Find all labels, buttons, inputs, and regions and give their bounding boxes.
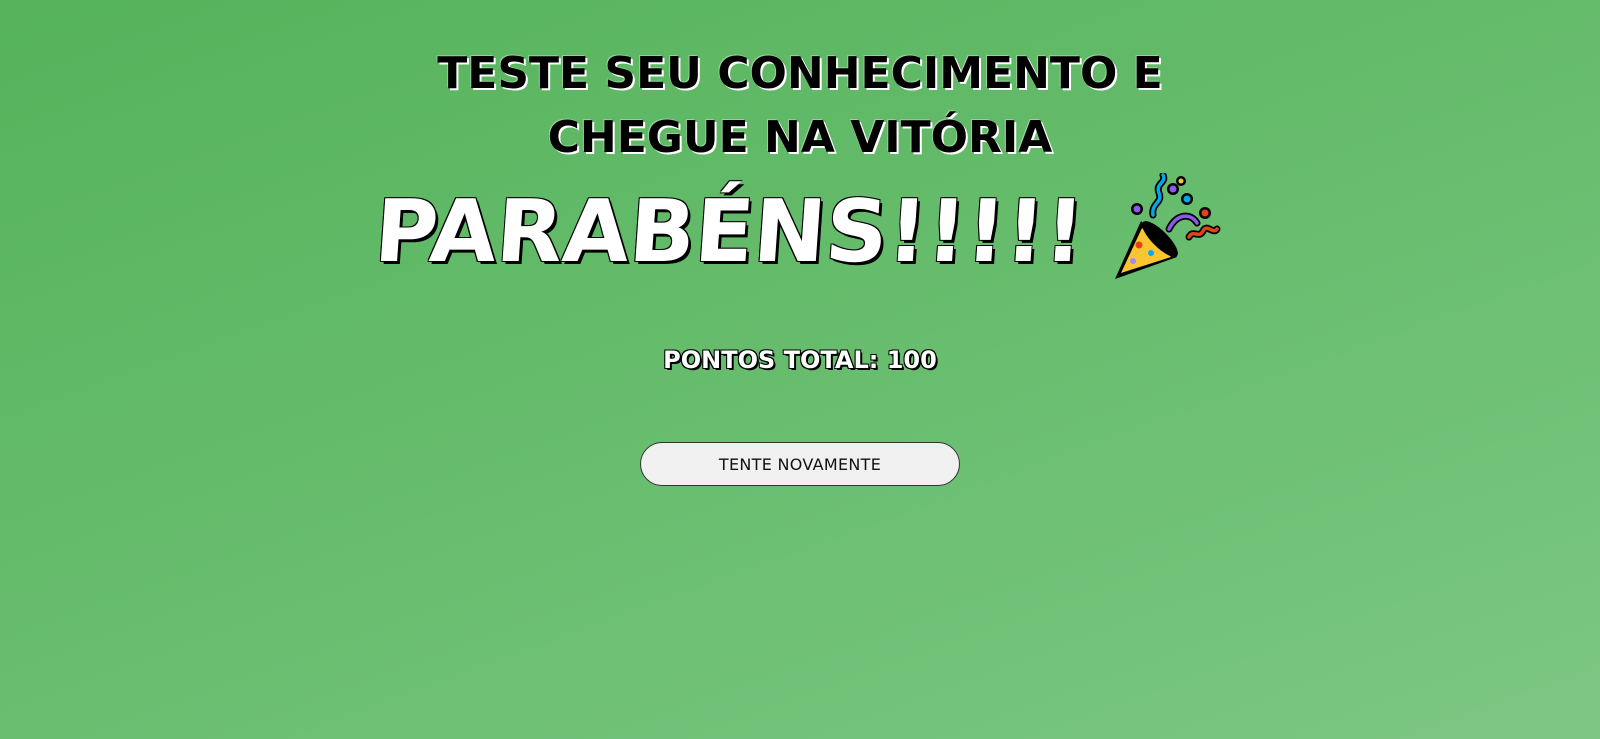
page-title: TESTE SEU CONHECIMENTO E CHEGUE NA VITÓR… [0,42,1600,170]
party-popper-icon [1107,171,1225,291]
title-line-2: CHEGUE NA VITÓRIA [547,112,1053,163]
total-score: PONTOS TOTAL: 100 [663,346,937,374]
result-screen: TESTE SEU CONHECIMENTO E CHEGUE NA VITÓR… [0,0,1600,739]
congrats-banner: PARABÉNS!!!!! [0,171,1600,292]
retry-button[interactable]: TENTE NOVAMENTE [640,442,960,486]
title-line-1: TESTE SEU CONHECIMENTO E [437,48,1163,99]
congrats-message: PARABÉNS!!!!! [371,182,1087,282]
